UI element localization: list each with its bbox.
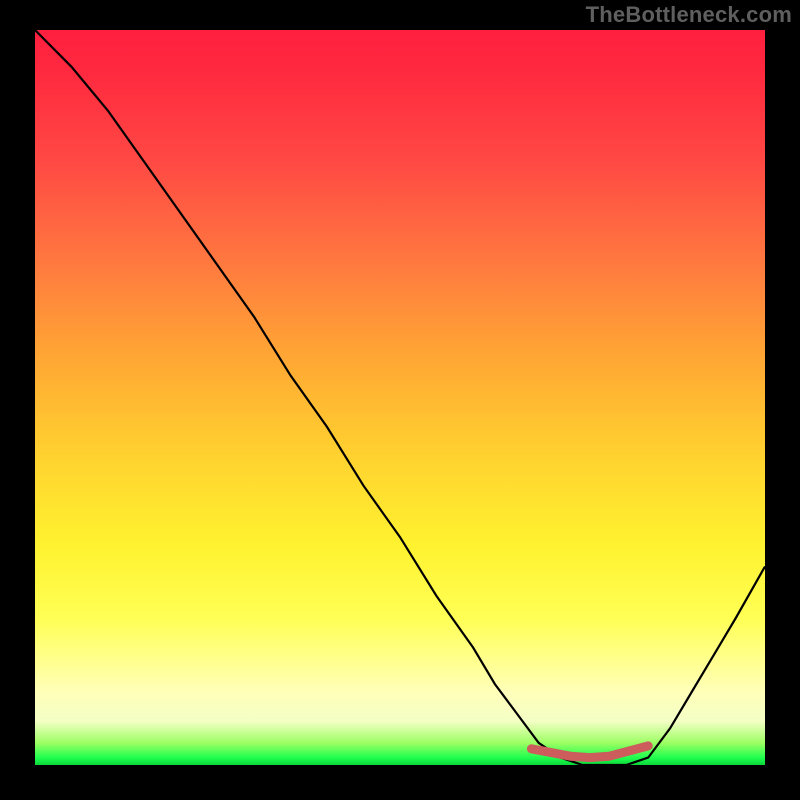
bottleneck-curve (35, 30, 765, 765)
chart-frame: TheBottleneck.com (0, 0, 800, 800)
highlight-segment (531, 746, 648, 758)
curve-layer (0, 0, 800, 800)
